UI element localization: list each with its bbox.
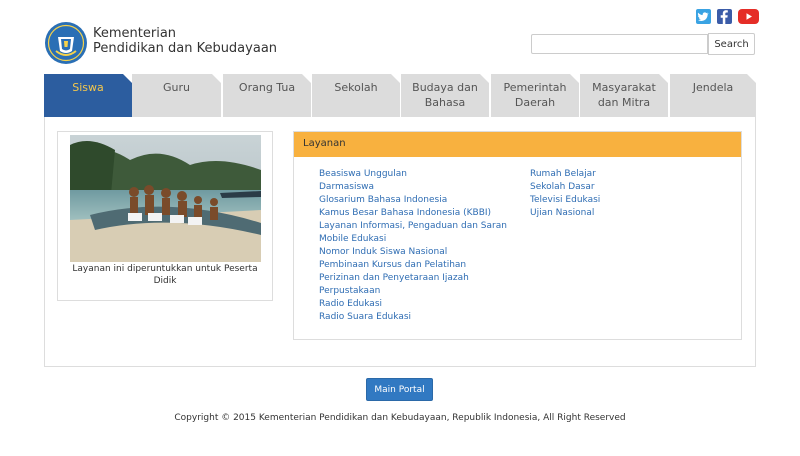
tab-jendela[interactable]: Jendela <box>670 74 756 117</box>
tab-guru[interactable]: Guru <box>132 74 221 117</box>
service-link[interactable]: Perpustakaan <box>319 286 380 296</box>
main-navigation-tabs: Siswa Guru Orang Tua Sekolah Budaya dan … <box>44 74 756 117</box>
service-link[interactable]: Rumah Belajar <box>530 169 596 179</box>
tab-label: Pemerintah <box>503 81 567 94</box>
service-link[interactable]: Radio Edukasi <box>319 299 382 309</box>
service-link[interactable]: Mobile Edukasi <box>319 234 386 244</box>
service-link[interactable]: Ujian Nasional <box>530 208 594 218</box>
tab-label: Guru <box>163 81 190 94</box>
ministry-name-line1: Kementerian <box>93 26 177 41</box>
tab-orang-tua[interactable]: Orang Tua <box>223 74 311 117</box>
list-item: Mobile Edukasi <box>319 233 507 246</box>
tab-label: Sekolah <box>334 81 378 94</box>
photo-card: Layanan ini diperuntukkan untuk Peserta … <box>57 131 273 301</box>
tab-label-line2: Daerah <box>514 96 556 109</box>
ministry-name[interactable]: Kementerian Pendidikan dan Kebudayaan <box>93 26 277 56</box>
services-list-left: Beasiswa Unggulan Darmasiswa Glosarium B… <box>319 168 507 324</box>
list-item: Darmasiswa <box>319 181 507 194</box>
list-item: Perizinan dan Penyetaraan Ijazah <box>319 272 507 285</box>
tab-label: Orang Tua <box>238 81 296 94</box>
list-item: Nomor Induk Siswa Nasional <box>319 246 507 259</box>
service-link[interactable]: Darmasiswa <box>319 182 374 192</box>
tab-sekolah[interactable]: Sekolah <box>312 74 400 117</box>
tab-pemerintah-daerah[interactable]: Pemerintah Daerah <box>491 74 579 117</box>
twitter-icon[interactable] <box>696 9 711 24</box>
service-link[interactable]: Perizinan dan Penyetaraan Ijazah <box>319 273 469 283</box>
youtube-icon[interactable] <box>738 9 759 24</box>
facebook-icon[interactable] <box>717 9 732 24</box>
service-link[interactable]: Sekolah Dasar <box>530 182 595 192</box>
tab-label: Jendela <box>692 81 734 94</box>
service-link[interactable]: Pembinaan Kursus dan Pelatihan <box>319 260 466 270</box>
tab-siswa[interactable]: Siswa <box>44 74 132 117</box>
search-input[interactable] <box>531 34 708 54</box>
list-item: Televisi Edukasi <box>530 194 600 207</box>
list-item: Kamus Besar Bahasa Indonesia (KBBI) <box>319 207 507 220</box>
list-item: Perpustakaan <box>319 285 507 298</box>
search-button[interactable]: Search <box>708 33 755 55</box>
students-reading-photo <box>70 135 261 262</box>
services-box: Layanan Beasiswa Unggulan Darmasiswa Glo… <box>293 131 742 340</box>
tab-masyarakat-dan-mitra[interactable]: Masyarakat dan Mitra <box>580 74 668 117</box>
tab-budaya-dan-bahasa[interactable]: Budaya dan Bahasa <box>401 74 489 117</box>
service-link[interactable]: Nomor Induk Siswa Nasional <box>319 247 447 257</box>
tab-label-line2: Bahasa <box>424 96 466 109</box>
tab-label: Masyarakat <box>592 81 656 94</box>
service-link[interactable]: Televisi Edukasi <box>530 195 600 205</box>
ministry-name-line2: Pendidikan dan Kebudayaan <box>93 41 278 56</box>
list-item: Rumah Belajar <box>530 168 600 181</box>
list-item: Layanan Informasi, Pengaduan dan Saran <box>319 220 507 233</box>
service-link[interactable]: Layanan Informasi, Pengaduan dan Saran <box>319 221 507 231</box>
list-item: Radio Suara Edukasi <box>319 311 507 324</box>
list-item: Sekolah Dasar <box>530 181 600 194</box>
tab-label: Siswa <box>72 81 104 94</box>
list-item: Radio Edukasi <box>319 298 507 311</box>
kemdikbud-logo[interactable] <box>44 21 88 65</box>
tab-label-line2: dan Mitra <box>597 96 651 109</box>
list-item: Glosarium Bahasa Indonesia <box>319 194 507 207</box>
service-link[interactable]: Beasiswa Unggulan <box>319 169 407 179</box>
service-link[interactable]: Kamus Besar Bahasa Indonesia (KBBI) <box>319 208 491 218</box>
photo-caption: Layanan ini diperuntukkan untuk Peserta … <box>72 264 258 286</box>
service-link[interactable]: Radio Suara Edukasi <box>319 312 411 322</box>
list-item: Pembinaan Kursus dan Pelatihan <box>319 259 507 272</box>
list-item: Beasiswa Unggulan <box>319 168 507 181</box>
tab-label: Budaya dan <box>412 81 478 94</box>
services-title: Layanan <box>294 132 741 157</box>
copyright-text: Copyright © 2015 Kementerian Pendidikan … <box>174 413 626 423</box>
main-portal-button[interactable]: Main Portal <box>366 378 433 401</box>
service-link[interactable]: Glosarium Bahasa Indonesia <box>319 195 447 205</box>
services-list-right: Rumah Belajar Sekolah Dasar Televisi Edu… <box>530 168 600 220</box>
list-item: Ujian Nasional <box>530 207 600 220</box>
